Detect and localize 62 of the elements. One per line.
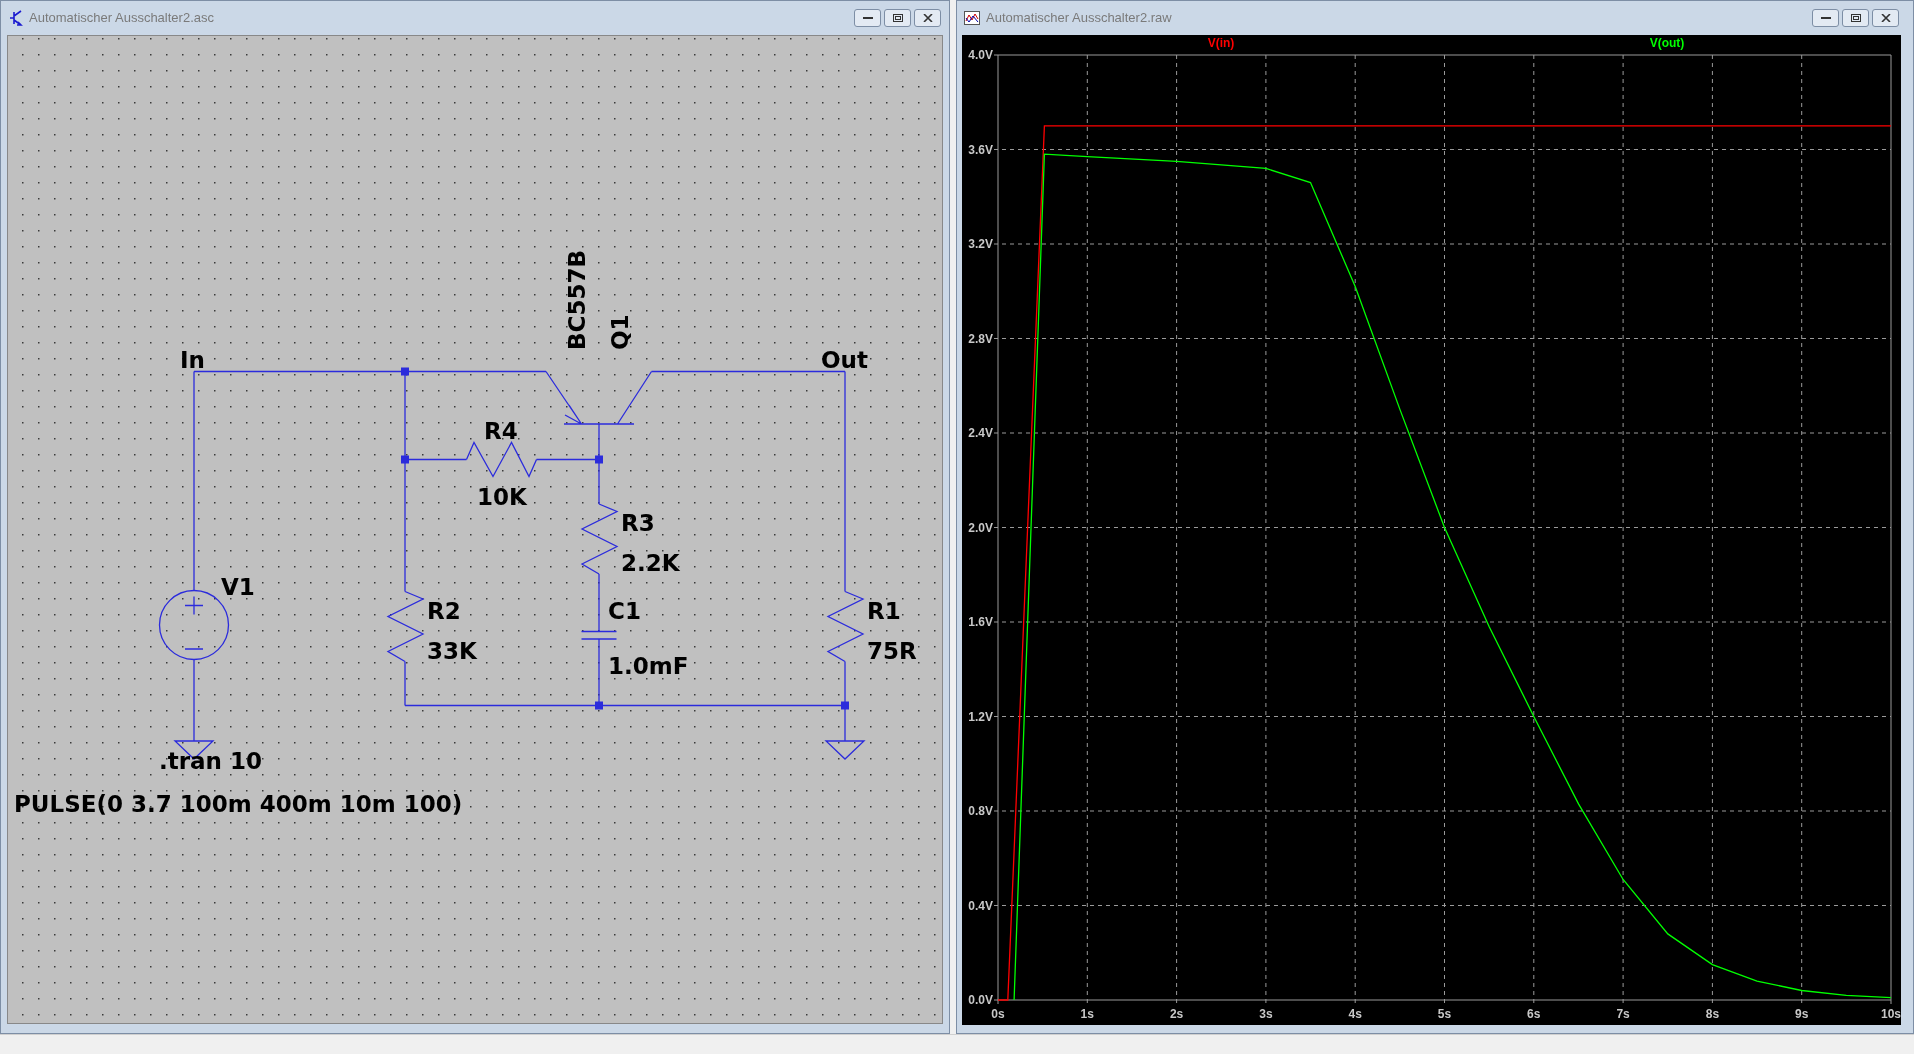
- component-label: 1.0mF: [608, 653, 689, 679]
- resistor-symbol: [580, 503, 619, 575]
- component-label: R4: [484, 418, 518, 444]
- axis-tick-label: 2.4V: [968, 426, 993, 440]
- window-title: Automatischer Ausschalter2.asc: [29, 9, 215, 28]
- waveform-icon: [964, 11, 980, 25]
- component-label: BC557B: [564, 250, 590, 350]
- axis-tick-label: 3.2V: [968, 237, 993, 251]
- minimize-button[interactable]: [1812, 9, 1839, 27]
- axis-tick-label: 4s: [1348, 1007, 1362, 1021]
- axis-tick-label: 0.0V: [968, 993, 993, 1007]
- axis-tick-label: 0s: [991, 1007, 1005, 1021]
- component-label: Q1: [607, 314, 633, 350]
- transistor-icon: [9, 10, 23, 26]
- restore-icon: [892, 14, 903, 22]
- component-label: Out: [821, 347, 868, 373]
- component-label: In: [180, 347, 205, 373]
- axis-tick-label: 3.6V: [968, 142, 993, 157]
- axis-tick-label: 1s: [1080, 1007, 1094, 1021]
- axis-tick-label: 7s: [1616, 1007, 1630, 1021]
- axis-tick-label: 5s: [1437, 1007, 1452, 1021]
- axis-tick-label: 0.4V: [968, 898, 993, 913]
- component-label: 10K: [477, 484, 527, 510]
- axis-tick-label: 1.6V: [968, 615, 993, 629]
- axis-tick-label: 2s: [1169, 1007, 1184, 1021]
- component-label: R1: [867, 597, 901, 624]
- axis-tick-label: 6s: [1527, 1007, 1541, 1021]
- maximize-button[interactable]: [1842, 9, 1869, 27]
- axis-tick-label: 8s: [1705, 1007, 1720, 1021]
- axis-tick-label: 10s: [1881, 1007, 1901, 1021]
- window-title: Automatischer Ausschalter2.raw: [986, 9, 1173, 28]
- component-label: 75R: [867, 637, 917, 664]
- axis-tick-label: 2.0V: [968, 520, 993, 535]
- trace-label: V(out): [1649, 36, 1685, 50]
- axis-tick-label: 2.8V: [968, 331, 993, 346]
- component-label: C1: [608, 598, 641, 624]
- axis-tick-label: 4.0V: [968, 48, 993, 62]
- component-label: 2.2K: [621, 550, 680, 576]
- minimize-icon: [862, 16, 873, 20]
- trace-label: V(in): [1207, 36, 1235, 50]
- capacitor-symbol: [580, 630, 618, 640]
- component-label: .tran 10: [159, 748, 262, 774]
- close-button[interactable]: [914, 9, 941, 27]
- close-icon: [1880, 14, 1891, 22]
- minimize-icon: [1820, 16, 1831, 20]
- component-label: V1: [221, 574, 255, 600]
- component-label: R2: [427, 597, 461, 624]
- ground-symbol: [825, 722, 866, 760]
- wire: [598, 573, 600, 633]
- close-icon: [922, 14, 933, 22]
- minimize-button[interactable]: [854, 9, 881, 27]
- axis-tick-label: 1.2V: [968, 709, 993, 724]
- axis-tick-label: 9s: [1795, 1007, 1809, 1021]
- component-label: 33K: [427, 637, 477, 664]
- maximize-button[interactable]: [884, 9, 911, 27]
- axis-tick-label: 0.8V: [968, 804, 993, 818]
- axis-tick-label: 3s: [1259, 1007, 1273, 1021]
- close-button[interactable]: [1872, 9, 1899, 27]
- component-label: PULSE(0 3.7 100m 400m 10m 100): [14, 791, 463, 817]
- restore-icon: [1850, 14, 1861, 22]
- wire: [193, 658, 195, 724]
- component-label: R3: [621, 510, 655, 536]
